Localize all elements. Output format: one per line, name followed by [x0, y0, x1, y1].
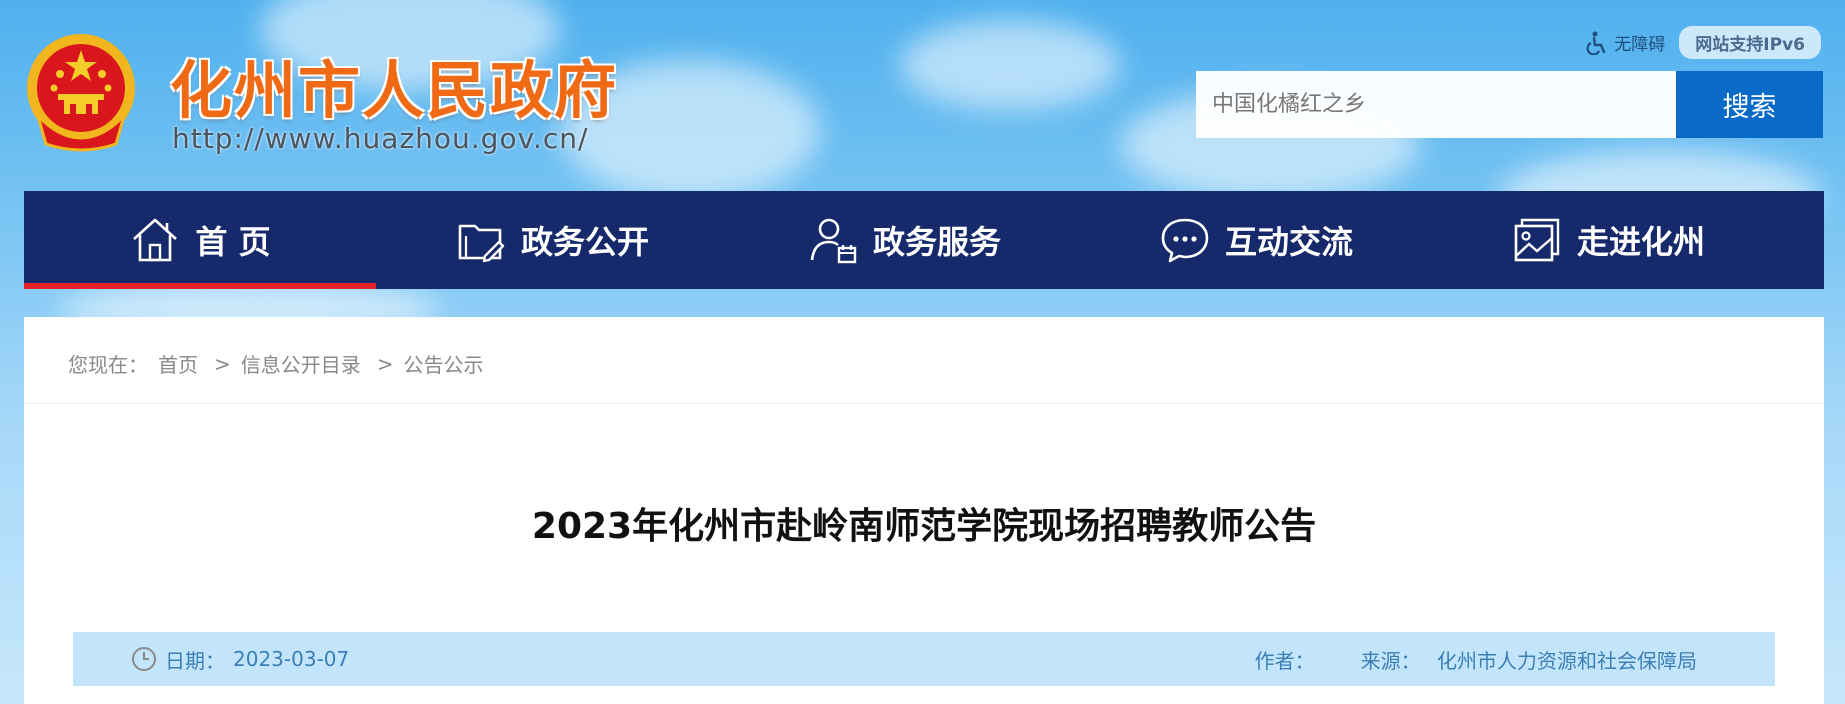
- nav-item-label: 首 页: [195, 223, 271, 261]
- divider: [24, 403, 1824, 404]
- breadcrumb-separator: >: [376, 351, 394, 376]
- author-label: 作者：: [1254, 648, 1315, 673]
- chat-bubble-icon: [1161, 218, 1209, 263]
- nav-item-label: 政务服务: [872, 223, 1001, 261]
- wheelchair-icon: [1586, 31, 1606, 55]
- nav-item-label: 互动交流: [1224, 223, 1353, 261]
- author-field: 作者：: [1255, 645, 1315, 674]
- site-url: http://www.huazhou.gov.cn/: [172, 122, 589, 155]
- source-value: 化州市人力资源和社会保障局: [1437, 648, 1697, 673]
- breadcrumb-link-announcements[interactable]: 公告公示: [404, 349, 484, 378]
- national-emblem-icon: [27, 34, 135, 152]
- home-icon: [133, 218, 178, 262]
- date-label: 日期：: [165, 648, 225, 673]
- main-nav: 首 页 政务公开 政务服务 互动交流 走进化州: [24, 191, 1824, 289]
- breadcrumb-link-catalog[interactable]: 信息公开目录: [241, 349, 361, 378]
- search-bar: 搜索: [1196, 71, 1823, 138]
- source-field: 来源： 化州市人力资源和社会保障局: [1361, 645, 1697, 674]
- utility-links: 无障碍 网站支持IPv6: [1586, 26, 1821, 59]
- article-title: 2023年化州市赴岭南师范学院现场招聘教师公告: [531, 506, 1317, 547]
- breadcrumb-link-home[interactable]: 首页: [158, 349, 198, 378]
- nav-item-home[interactable]: 首 页: [24, 191, 376, 289]
- publish-date: 2023-03-07: [233, 647, 350, 671]
- user-calendar-icon: [810, 218, 857, 264]
- breadcrumb: 您现在： 首页 > 信息公开目录 > 公告公示: [68, 349, 484, 378]
- content-panel: 您现在： 首页 > 信息公开目录 > 公告公示 2023年化州市赴岭南师范学院现…: [24, 317, 1824, 704]
- site-title: 化州市人民政府: [170, 54, 619, 127]
- breadcrumb-separator: >: [214, 351, 231, 376]
- nav-item-government-services[interactable]: 政务服务: [728, 191, 1080, 289]
- clock-icon: [132, 647, 156, 671]
- nav-item-label: 走进化州: [1576, 223, 1705, 261]
- nav-item-about-huazhou[interactable]: 走进化州: [1432, 191, 1784, 289]
- nav-item-government-affairs[interactable]: 政务公开: [376, 191, 728, 289]
- accessibility-link[interactable]: 无障碍: [1586, 30, 1665, 55]
- ipv6-badge: 网站支持IPv6: [1679, 26, 1821, 59]
- breadcrumb-prefix: 您现在：: [68, 353, 148, 377]
- search-button[interactable]: 搜索: [1676, 71, 1823, 138]
- nav-item-label: 政务公开: [520, 223, 649, 261]
- nav-item-interaction[interactable]: 互动交流: [1080, 191, 1432, 289]
- folder-edit-icon: [458, 224, 505, 263]
- cloud-decoration: [900, 20, 1120, 110]
- article-meta-bar: 日期： 2023-03-07 作者： 来源： 化州市人力资源和社会保障局: [73, 632, 1775, 686]
- source-label: 来源：: [1360, 648, 1421, 673]
- accessibility-label: 无障碍: [1614, 35, 1666, 55]
- search-input[interactable]: [1196, 71, 1676, 138]
- picture-icon: [1514, 218, 1560, 262]
